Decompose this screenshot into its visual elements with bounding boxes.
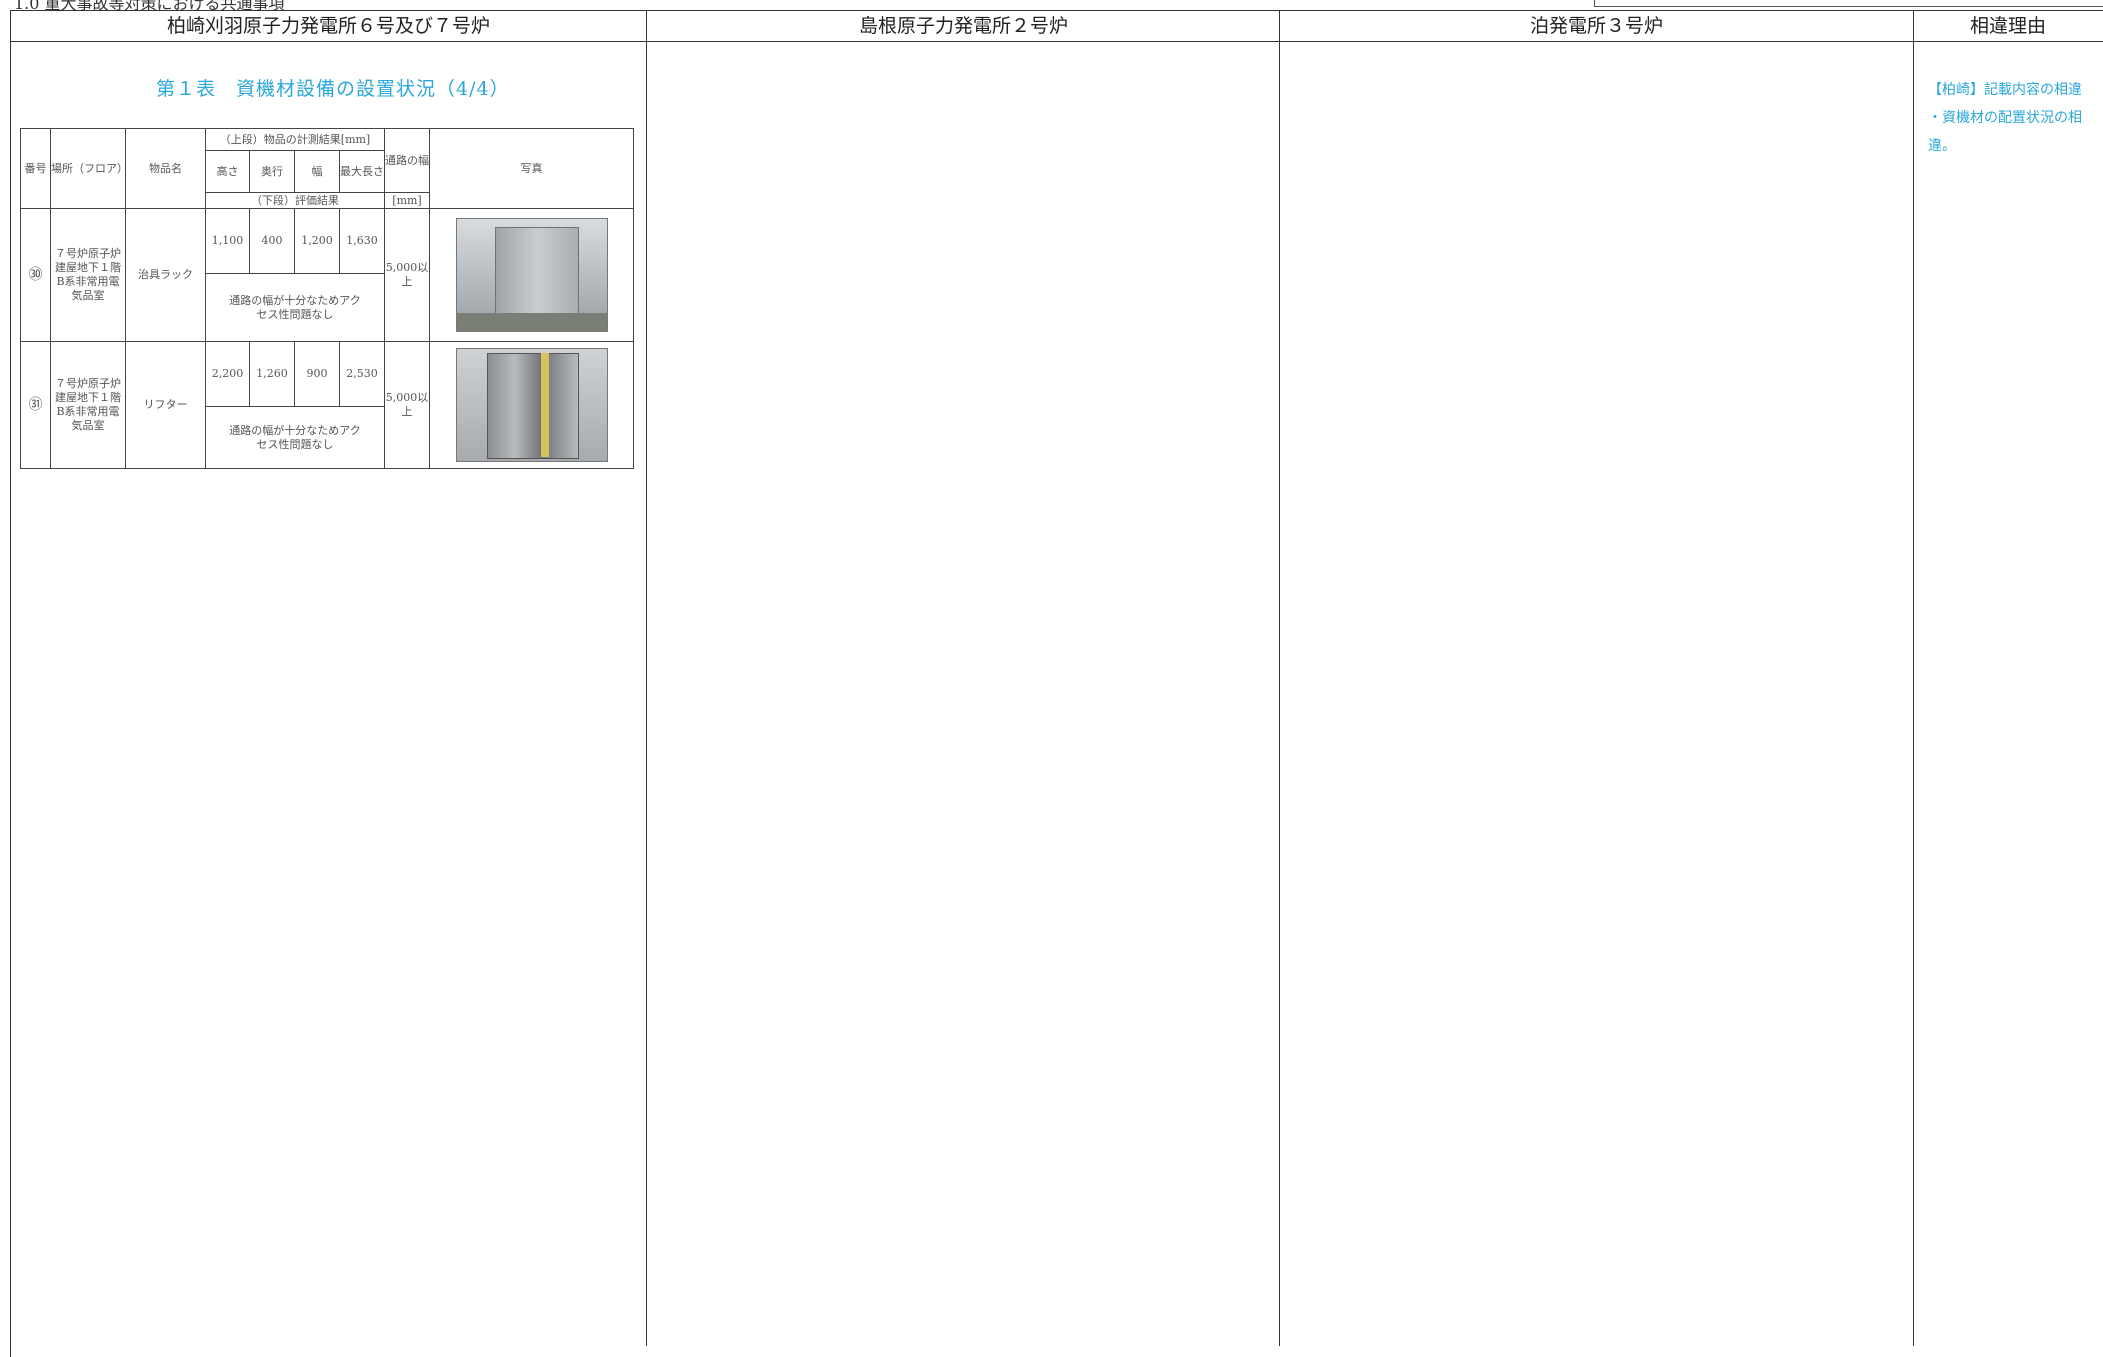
diff-reason-line: 【柏崎】記載内容の相違	[1928, 82, 2082, 98]
header-depth: 奥行	[249, 150, 295, 193]
column-divider	[646, 11, 647, 1346]
column-header-tomari: 泊発電所３号炉	[1280, 11, 1913, 42]
table-row: ㉛ ７号炉原子炉建屋地下１階B系非常用電気品室 リフター 2,200 1,260…	[20, 341, 635, 469]
row-width: 900	[294, 341, 340, 407]
header-no: 番号	[20, 128, 51, 209]
row-item: 治具ラック	[125, 208, 206, 342]
lifter-frame-shape	[486, 353, 579, 459]
header-location: 場所（フロア）	[50, 128, 128, 209]
diff-reason-line: 違。	[1928, 138, 1956, 154]
header-measure-top: （上段）物品の計測結果[mm]	[204, 128, 386, 151]
row-photo-cell	[429, 341, 635, 469]
diff-reason-line: ・資機材の配置状況の相	[1928, 110, 2082, 126]
table-row: ㉚ ７号炉原子炉建屋地下１階B系非常用電気品室 治具ラック 1,100 400 …	[20, 208, 635, 342]
header-height: 高さ	[205, 150, 250, 193]
row-passage: 5,000以上	[384, 341, 431, 469]
row-result: 通路の幅が十分なためアクセス性問題なし	[204, 273, 386, 342]
row-item: リフター	[125, 341, 206, 469]
row-location: ７号炉原子炉建屋地下１階B系非常用電気品室	[50, 208, 126, 342]
header-passage-unit: [mm]	[384, 192, 431, 209]
header-max-length: 最大長さ	[338, 150, 386, 193]
row-passage: 5,000以上	[384, 208, 431, 342]
header-passage: 通路の幅	[384, 128, 431, 193]
row-width: 1,200	[294, 208, 340, 274]
row-photo-cell	[429, 208, 635, 342]
header-photo: 写真	[429, 128, 635, 209]
column-divider	[1279, 11, 1280, 1346]
column-header-kashiwazaki: 柏崎刈羽原子力発電所６号及び７号炉	[10, 11, 647, 42]
rack-photo	[455, 218, 608, 332]
row-height: 2,200	[205, 341, 250, 407]
column-divider	[1913, 11, 1914, 1346]
row-number: ㉚	[20, 208, 51, 342]
row-max-length: 1,630	[338, 208, 386, 274]
row-depth: 1,260	[249, 341, 295, 407]
row-location: ７号炉原子炉建屋地下１階B系非常用電気品室	[50, 341, 126, 469]
equipment-table: 番号 場所（フロア） 物品名 （上段）物品の計測結果[mm] 通路の幅 写真 高…	[20, 128, 635, 469]
header-box	[1594, 0, 2103, 7]
floor-shape	[456, 313, 607, 331]
row-max-length: 2,530	[338, 341, 386, 407]
table-title: 第１表 資機材設備の設置状況（4/4）	[156, 78, 510, 100]
header-measure-bottom: （下段）評価結果	[204, 192, 386, 209]
row-height: 1,100	[205, 208, 250, 274]
row-depth: 400	[249, 208, 295, 274]
lifter-photo	[455, 348, 608, 462]
rack-cabinet-shape	[494, 227, 579, 325]
diff-reason-text: 【柏崎】記載内容の相違 ・資機材の配置状況の相 違。	[1928, 76, 2082, 160]
row-number: ㉛	[20, 341, 51, 469]
header-width: 幅	[294, 150, 340, 193]
header-item: 物品名	[125, 128, 206, 209]
row-result: 通路の幅が十分なためアクセス性問題なし	[204, 406, 386, 469]
column-header-diff-reason: 相違理由	[1913, 11, 2103, 42]
lifter-bar-shape	[540, 353, 549, 457]
column-header-shimane: 島根原子力発電所２号炉	[647, 11, 1280, 42]
